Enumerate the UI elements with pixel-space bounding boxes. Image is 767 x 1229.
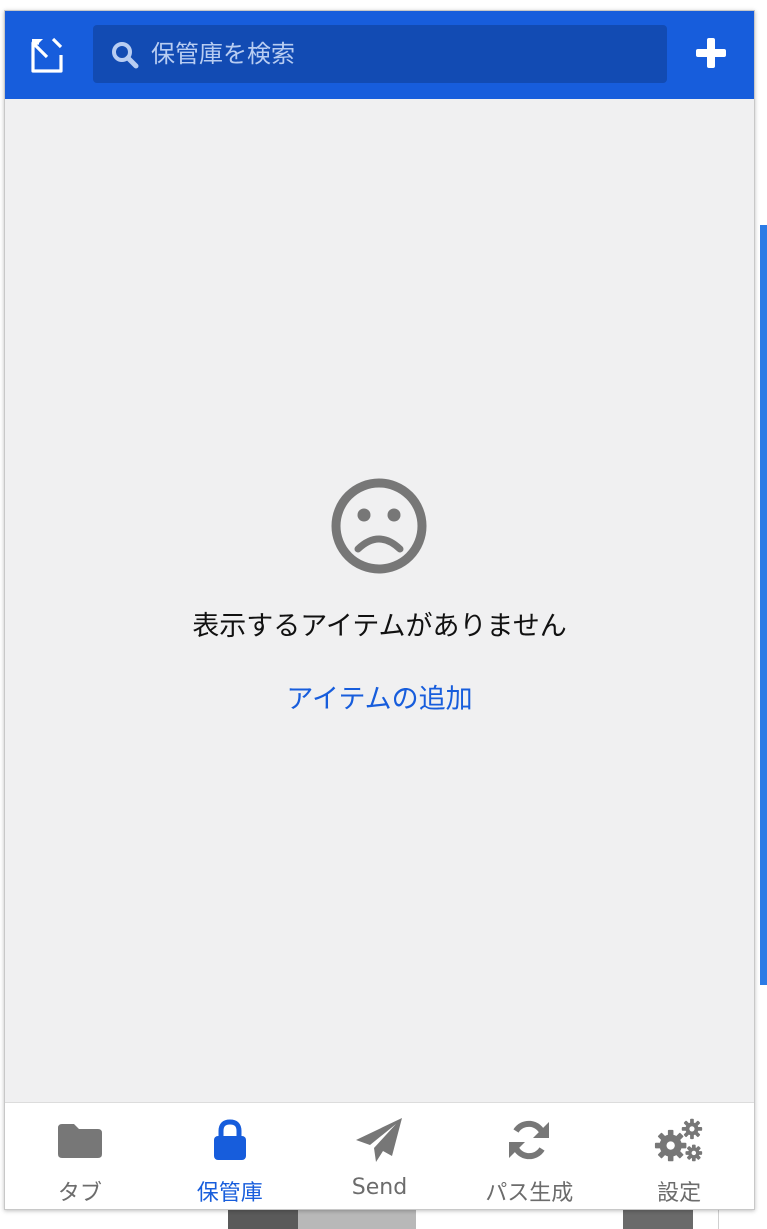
background-scroll-accent <box>760 225 767 985</box>
tab-label: Send <box>351 1175 408 1200</box>
bottom-tab-bar: タブ 保管庫 Send パス生成 設定 <box>5 1102 754 1209</box>
search-input[interactable] <box>151 25 651 83</box>
frown-icon <box>331 478 427 574</box>
tab-label: 設定 <box>657 1181 702 1206</box>
paper-plane-icon <box>356 1118 403 1162</box>
plus-icon <box>696 38 726 68</box>
refresh-icon <box>509 1120 550 1160</box>
search-icon <box>112 42 139 69</box>
empty-state-message: 表示するアイテムがありません <box>192 611 567 642</box>
add-item-button[interactable] <box>689 31 733 75</box>
search-box <box>93 25 667 83</box>
background-strip <box>623 1210 693 1229</box>
add-item-link[interactable]: アイテムの追加 <box>5 677 754 716</box>
tab-generator[interactable]: パス生成 <box>454 1103 604 1209</box>
folder-icon <box>57 1124 102 1158</box>
popout-button[interactable] <box>25 33 69 77</box>
popout-icon <box>31 37 63 73</box>
lock-icon <box>213 1119 246 1160</box>
background-strip <box>298 1210 416 1229</box>
extension-popup: 表示するアイテムがありません アイテムの追加 タブ 保管庫 <box>4 10 755 1210</box>
gears-icon <box>655 1118 703 1162</box>
tab-label: タブ <box>57 1181 102 1206</box>
tab-send[interactable]: Send <box>305 1103 455 1209</box>
background-strip <box>228 1210 298 1229</box>
vault-content: 表示するアイテムがありません アイテムの追加 <box>5 99 754 1102</box>
background-edge <box>718 1210 719 1229</box>
tab-tab[interactable]: タブ <box>5 1103 155 1209</box>
tab-vault[interactable]: 保管庫 <box>155 1103 305 1209</box>
tab-settings[interactable]: 設定 <box>604 1103 754 1209</box>
tab-label: 保管庫 <box>196 1181 263 1206</box>
tab-label: パス生成 <box>485 1181 574 1206</box>
popup-header <box>5 11 754 99</box>
